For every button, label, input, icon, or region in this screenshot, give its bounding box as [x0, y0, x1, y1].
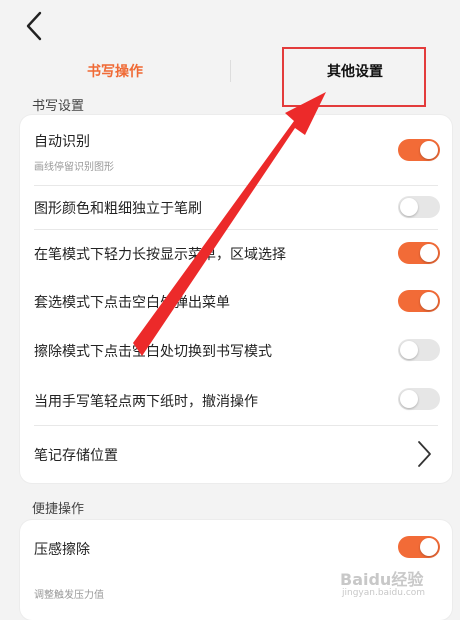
setting-title: 自动识别 — [34, 134, 90, 150]
setting-title: 压感擦除 — [34, 542, 90, 558]
setting-subtitle: 画线停留识别图形 — [34, 162, 114, 173]
setting-title: 在笔模式下轻力长按显示菜单，区域选择 — [34, 247, 286, 263]
watermark-url: jingyan.baidu.com — [342, 588, 426, 598]
setting-row-note-storage-location[interactable]: 笔记存储位置 — [20, 425, 452, 483]
setting-title: 当用手写笔轻点两下纸时，撤消操作 — [34, 394, 258, 410]
setting-title: 套选模式下点击空白处弹出菜单 — [34, 295, 230, 311]
toggle-knob — [420, 292, 438, 310]
tab-bar: 书写操作 其他设置 — [0, 52, 460, 92]
tab-other-settings[interactable]: 其他设置 — [285, 52, 425, 92]
setting-row-double-tap-undo[interactable]: 当用手写笔轻点两下纸时，撤消操作 — [20, 375, 452, 423]
setting-row-lasso-popup-menu[interactable]: 套选模式下点击空白处弹出菜单 — [20, 277, 452, 325]
toggle-knob — [400, 341, 418, 359]
toggle-knob — [400, 198, 418, 216]
chevron-right-icon — [418, 441, 431, 467]
setting-title: 图形颜色和粗细独立于笔刷 — [34, 201, 202, 217]
watermark-logo: Baidu经验 — [340, 570, 424, 589]
toggle-switch[interactable] — [398, 339, 440, 361]
top-bar — [0, 0, 460, 52]
toggle-switch[interactable] — [398, 536, 440, 558]
setting-row-independent-shape-style[interactable]: 图形颜色和粗细独立于笔刷 — [20, 185, 452, 229]
tab-writing-operations[interactable]: 书写操作 — [40, 52, 190, 92]
chevron-left-icon[interactable] — [18, 8, 54, 44]
setting-row-eraser-switch-mode[interactable]: 擦除模式下点击空白处切换到书写模式 — [20, 325, 452, 375]
section-label-shortcuts: 便捷操作 — [32, 502, 85, 517]
setting-row-long-press-menu[interactable]: 在笔模式下轻力长按显示菜单，区域选择 — [20, 229, 452, 277]
baidu-watermark: Baidu经验 jingyan.baidu.com — [338, 566, 448, 606]
setting-subtitle: 调整触发压力值 — [34, 590, 104, 601]
toggle-knob — [420, 244, 438, 262]
setting-title: 笔记存储位置 — [34, 448, 118, 464]
tab-divider — [230, 60, 231, 82]
toggle-switch[interactable] — [398, 139, 440, 161]
setting-title: 擦除模式下点击空白处切换到书写模式 — [34, 344, 272, 360]
toggle-knob — [400, 390, 418, 408]
toggle-knob — [420, 538, 438, 556]
toggle-switch[interactable] — [398, 388, 440, 410]
toggle-switch[interactable] — [398, 242, 440, 264]
section-label-writing: 书写设置 — [32, 99, 85, 114]
setting-row-auto-recognize[interactable]: 自动识别 画线停留识别图形 — [20, 115, 452, 185]
toggle-knob — [420, 141, 438, 159]
toggle-switch[interactable] — [398, 196, 440, 218]
writing-settings-card: 自动识别 画线停留识别图形 图形颜色和粗细独立于笔刷 在笔模式下轻力长按显示菜单… — [20, 115, 452, 483]
toggle-switch[interactable] — [398, 290, 440, 312]
